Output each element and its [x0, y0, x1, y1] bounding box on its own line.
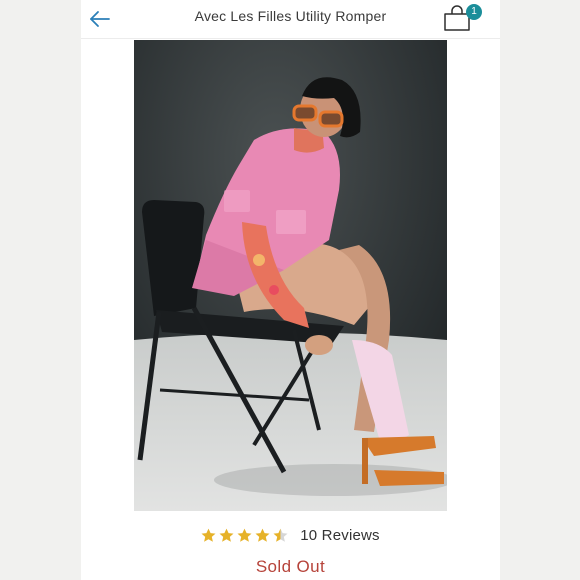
reviews-link[interactable]: 10 Reviews [300, 527, 380, 544]
product-photo [134, 40, 447, 511]
star-icon [219, 528, 234, 542]
back-button[interactable] [87, 6, 113, 32]
star-icon [201, 528, 216, 542]
arrow-left-icon [90, 11, 110, 27]
stock-status: Sold Out [255, 557, 326, 576]
star-icon [255, 528, 270, 542]
rating-row[interactable]: 10 Reviews [81, 524, 500, 546]
star-icon [237, 528, 252, 542]
product-screen: Avec Les Filles Utility Romper 1 10 Revi… [81, 0, 500, 580]
page-title: Avec Les Filles Utility Romper [194, 8, 387, 24]
right-backdrop [500, 0, 580, 580]
cart-count-badge: 1 [466, 4, 482, 20]
top-bar: Avec Les Filles Utility Romper 1 [81, 0, 500, 39]
product-image[interactable] [134, 40, 447, 511]
rating-stars [201, 528, 288, 543]
left-backdrop [0, 0, 81, 580]
star-icon [273, 528, 288, 542]
